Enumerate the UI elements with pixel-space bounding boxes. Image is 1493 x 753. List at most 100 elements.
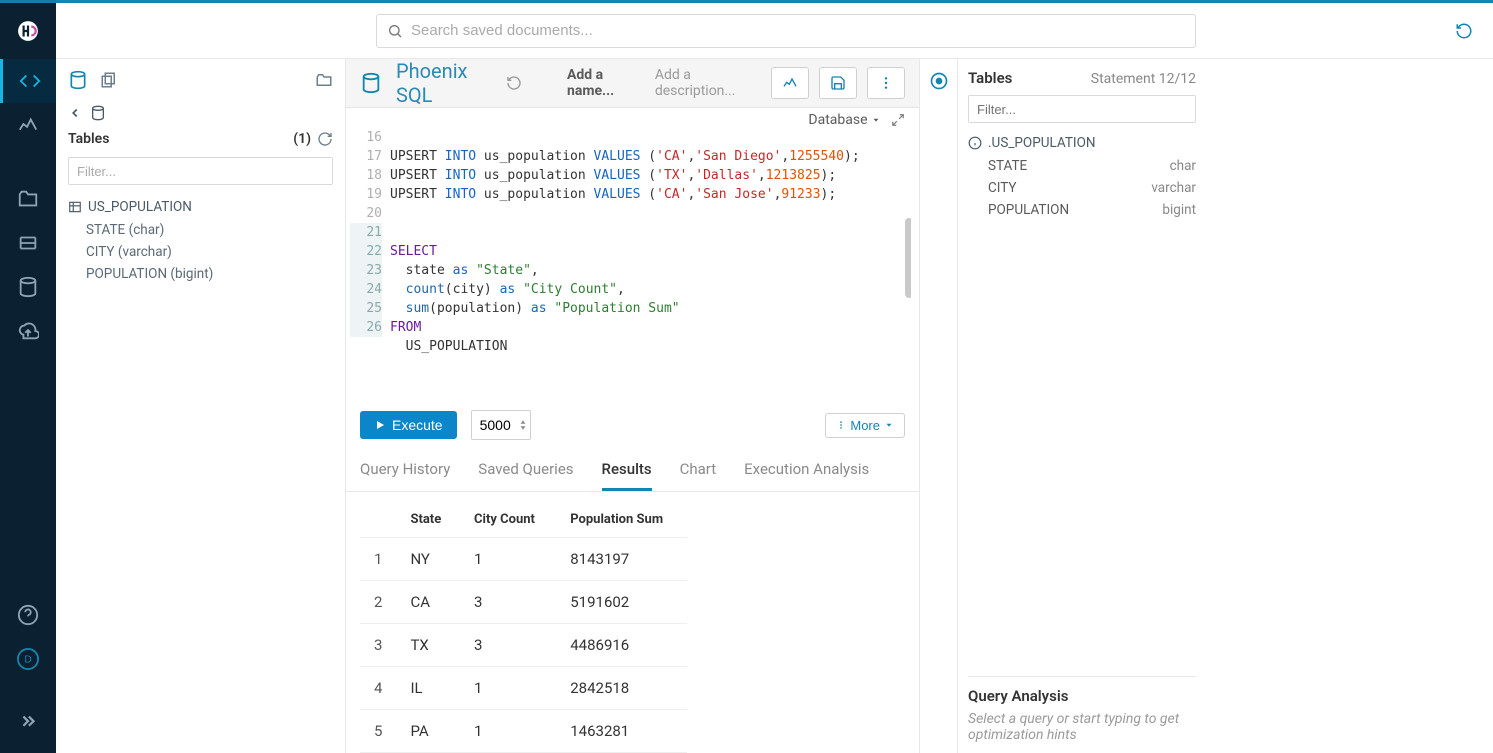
- nav-upload-icon[interactable]: [0, 309, 56, 353]
- nav-tables-icon[interactable]: [0, 221, 56, 265]
- editor-db-icon: [360, 72, 382, 94]
- expand-editor-icon[interactable]: [891, 113, 905, 127]
- ctx-filter-input[interactable]: [969, 96, 1195, 122]
- db-source-icon[interactable]: [68, 70, 88, 90]
- table-cell: CA: [396, 581, 460, 624]
- folder-icon[interactable]: [315, 71, 333, 89]
- tab-query-history[interactable]: Query History: [360, 460, 450, 491]
- assist-tables-count: (1): [293, 131, 311, 147]
- table-icon: [68, 200, 82, 214]
- nav-documents-icon[interactable]: [0, 177, 56, 221]
- top-bar: [56, 3, 1493, 59]
- search-icon: [387, 23, 403, 39]
- nav-dashboard-icon[interactable]: [0, 103, 56, 147]
- app-logo[interactable]: [0, 3, 56, 59]
- table-cell: 1: [460, 667, 556, 710]
- info-icon: [968, 136, 982, 150]
- code-gutter: 16 17 18 19 20 21 22 23 24 25 26: [350, 128, 390, 394]
- results-header[interactable]: [360, 502, 396, 538]
- tab-saved-queries[interactable]: Saved Queries: [478, 460, 573, 491]
- more-button[interactable]: More: [825, 413, 905, 438]
- ctx-tables-label: Tables: [968, 69, 1012, 87]
- search-input[interactable]: [411, 22, 1185, 39]
- nav-database-icon[interactable]: [0, 265, 56, 309]
- main-nav: D: [0, 0, 56, 753]
- results-header[interactable]: State: [396, 502, 460, 538]
- nav-editor-icon[interactable]: [0, 59, 56, 103]
- ctx-column[interactable]: POPULATIONbigint: [968, 199, 1196, 221]
- table-cell: PA: [396, 710, 460, 753]
- table-cell: 8143197: [556, 538, 687, 581]
- save-button[interactable]: [819, 67, 857, 99]
- chart-button[interactable]: [771, 67, 809, 99]
- tab-chart[interactable]: Chart: [680, 460, 717, 491]
- code-editor[interactable]: 16 17 18 19 20 21 22 23 24 25 26 UPSERT …: [346, 128, 919, 394]
- limit-input[interactable]: [471, 410, 531, 440]
- table-cell: IL: [396, 667, 460, 710]
- query-analysis-title: Query Analysis: [968, 687, 1196, 705]
- more-menu-button[interactable]: [867, 67, 905, 99]
- table-cell: 1: [360, 538, 396, 581]
- refresh-icon[interactable]: [317, 131, 333, 147]
- code-content[interactable]: UPSERT INTO us_population VALUES ('CA','…: [390, 128, 911, 394]
- table-cell: 2842518: [556, 667, 687, 710]
- query-analysis-hint: Select a query or start typing to get op…: [968, 711, 1196, 743]
- nav-help-icon[interactable]: [0, 593, 56, 637]
- table-cell: 1463281: [556, 710, 687, 753]
- results-header[interactable]: City Count: [460, 502, 556, 538]
- add-description-field[interactable]: Add a description...: [655, 67, 757, 99]
- tab-results[interactable]: Results: [602, 460, 652, 491]
- ctx-column[interactable]: CITYvarchar: [968, 177, 1196, 199]
- stepper-icon[interactable]: [520, 417, 526, 433]
- add-name-field[interactable]: Add a name...: [567, 67, 641, 99]
- nav-user-icon[interactable]: D: [0, 637, 56, 681]
- table-cell: 4: [360, 667, 396, 710]
- global-search[interactable]: [376, 14, 1196, 48]
- database-selector[interactable]: Database: [808, 112, 881, 128]
- files-source-icon[interactable]: [100, 71, 118, 89]
- assist-column[interactable]: STATE (char): [68, 219, 333, 241]
- table-row[interactable]: 5PA11463281: [360, 710, 687, 753]
- db-nav-icon[interactable]: [90, 105, 106, 121]
- assist-filter-input[interactable]: [69, 158, 332, 184]
- table-cell: 3: [460, 581, 556, 624]
- table-cell: TX: [396, 624, 460, 667]
- editor-title: Phoenix SQL: [396, 59, 492, 107]
- assist-tables-label: Tables: [68, 131, 109, 147]
- back-icon[interactable]: [68, 106, 82, 120]
- ctx-column[interactable]: STATEchar: [968, 155, 1196, 177]
- table-cell: 4486916: [556, 624, 687, 667]
- table-row[interactable]: 3TX34486916: [360, 624, 687, 667]
- table-cell: 2: [360, 581, 396, 624]
- assist-column[interactable]: CITY (varchar): [68, 241, 333, 263]
- results-header[interactable]: Population Sum: [556, 502, 687, 538]
- assist-panel: Tables (1) US_POPULATION STATE (char) CI…: [56, 59, 346, 753]
- ctx-statement-count: Statement 12/12: [1091, 71, 1196, 87]
- history-icon[interactable]: [1455, 22, 1473, 40]
- editor-reload-icon[interactable]: [506, 75, 522, 91]
- table-cell: 1: [460, 710, 556, 753]
- chevron-down-icon: [871, 115, 881, 125]
- table-row[interactable]: 1NY18143197: [360, 538, 687, 581]
- context-toggle-icon[interactable]: [929, 71, 949, 91]
- assist-column[interactable]: POPULATION (bigint): [68, 263, 333, 285]
- table-cell: 5: [360, 710, 396, 753]
- table-cell: 3: [460, 624, 556, 667]
- table-cell: 1: [460, 538, 556, 581]
- kebab-icon: [836, 420, 846, 430]
- editor-area: Phoenix SQL Add a name... Add a descript…: [346, 59, 920, 753]
- result-tabs: Query History Saved Queries Results Char…: [346, 450, 919, 492]
- tab-execution-analysis[interactable]: Execution Analysis: [744, 460, 869, 491]
- table-row[interactable]: 4IL12842518: [360, 667, 687, 710]
- table-cell: 5191602: [556, 581, 687, 624]
- execute-button[interactable]: Execute: [360, 411, 457, 439]
- results-table: State City Count Population Sum 1NY18143…: [346, 492, 919, 753]
- play-icon: [374, 419, 386, 431]
- assist-table-name: US_POPULATION: [88, 199, 192, 215]
- code-scrollbar[interactable]: [905, 218, 911, 298]
- ctx-table-item[interactable]: .US_POPULATION: [968, 131, 1196, 155]
- context-panel: Tables Statement 12/12 .US_POPULATION ST…: [958, 59, 1206, 753]
- assist-table-item[interactable]: US_POPULATION: [68, 195, 333, 219]
- nav-expand-icon[interactable]: [0, 701, 56, 745]
- table-row[interactable]: 2CA35191602: [360, 581, 687, 624]
